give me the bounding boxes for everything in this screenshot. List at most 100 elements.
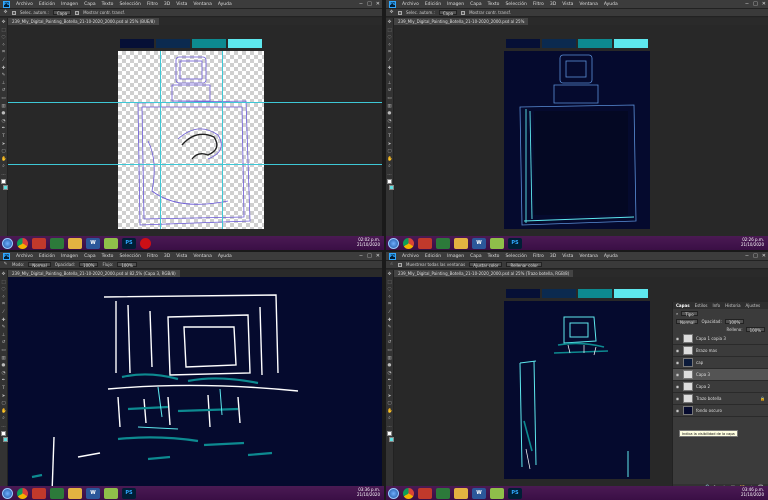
wordpad-icon[interactable] [32, 237, 46, 249]
start-button[interactable] [2, 487, 13, 499]
more-icon[interactable]: … [387, 172, 392, 177]
opacity-field[interactable]: 100% [79, 262, 99, 268]
brush-icon[interactable]: ✎ [387, 73, 392, 78]
canvas-area[interactable] [394, 25, 768, 241]
layer-row[interactable]: ◉ Capa 1 copia 3 [673, 333, 768, 345]
document-tab[interactable]: 239_Mly_Digital_Painting_Botella_21-10-2… [8, 270, 180, 277]
menu-ventana[interactable]: Ventana [579, 2, 597, 7]
maximize-icon[interactable]: □ [753, 253, 758, 259]
menu-edicion[interactable]: Edición [39, 2, 55, 7]
document-canvas[interactable] [118, 51, 264, 229]
dodge-icon[interactable]: ◔ [1, 119, 6, 124]
menu-capa[interactable]: Capa [470, 254, 482, 259]
maximize-icon[interactable]: □ [367, 253, 372, 259]
history-brush-icon[interactable]: ↺ [1, 88, 6, 93]
folder-icon[interactable] [68, 487, 82, 499]
layer-row-selected[interactable]: ◉ Capa 3 [673, 369, 768, 381]
crop-icon[interactable]: ⌗ [387, 302, 392, 307]
chrome-icon[interactable] [403, 487, 414, 499]
folder-icon[interactable] [454, 487, 468, 499]
menu-filtro[interactable]: Filtro [533, 254, 544, 259]
more-icon[interactable]: … [387, 424, 392, 429]
transform-checkbox[interactable] [75, 10, 80, 15]
document-canvas[interactable] [504, 51, 650, 229]
move-icon[interactable]: ✥ [387, 20, 392, 25]
history-brush-icon[interactable]: ↺ [387, 340, 392, 345]
eye-icon[interactable]: ◉ [675, 408, 680, 413]
crop-icon[interactable]: ⌗ [1, 302, 6, 307]
minimize-icon[interactable]: − [745, 1, 749, 7]
word-icon[interactable]: W [86, 487, 100, 499]
start-button[interactable] [388, 237, 399, 249]
menu-filtro[interactable]: Filtro [533, 2, 544, 7]
sample-all-checkbox[interactable] [398, 262, 402, 267]
app-icon[interactable] [436, 237, 450, 249]
start-button[interactable] [388, 487, 399, 499]
vertical-guide[interactable] [160, 51, 161, 229]
fill-field[interactable]: 100% [745, 326, 765, 333]
marquee-icon[interactable]: ⬚ [1, 280, 6, 285]
eye-icon[interactable]: ◉ [675, 348, 680, 353]
menu-imagen[interactable]: Imagen [447, 254, 464, 259]
stamp-icon[interactable]: ⊥ [387, 333, 392, 338]
shape-icon[interactable]: ▢ [387, 149, 392, 154]
eyedropper-icon[interactable]: ⁄ [1, 58, 6, 63]
menu-filtro[interactable]: Filtro [147, 2, 158, 7]
magic-wand-icon[interactable]: ✧ [387, 295, 392, 300]
close-icon[interactable]: ✕ [376, 253, 380, 259]
brush-icon[interactable]: ✎ [1, 73, 6, 78]
type-icon[interactable]: T [387, 134, 392, 139]
canvas-area[interactable] [8, 277, 382, 493]
eye-icon[interactable]: ◉ [675, 360, 680, 365]
layer-row[interactable]: ◉ Capa 2 [673, 381, 768, 393]
photoshop-taskbar-icon[interactable]: PS [122, 487, 136, 499]
layer-row[interactable]: ◉ Brazo mas [673, 345, 768, 357]
document-canvas[interactable] [504, 301, 650, 479]
image-viewer-icon[interactable] [490, 237, 504, 249]
menu-capa[interactable]: Capa [470, 2, 482, 7]
menu-vista[interactable]: Vista [562, 2, 573, 7]
auto-select-checkbox[interactable] [398, 10, 402, 15]
path-select-icon[interactable]: ➤ [1, 142, 6, 147]
menu-texto[interactable]: Texto [488, 254, 500, 259]
transform-checkbox[interactable] [461, 10, 466, 15]
background-color-swatch[interactable] [388, 437, 394, 443]
eyedropper-icon[interactable]: ⁄ [387, 310, 392, 315]
layer-row[interactable]: ◉ fondo oscuro [673, 405, 768, 417]
stamp-icon[interactable]: ⊥ [1, 81, 6, 86]
start-button[interactable] [2, 237, 13, 249]
menu-archivo[interactable]: Archivo [402, 254, 419, 259]
menu-archivo[interactable]: Archivo [16, 2, 33, 7]
magic-wand-icon[interactable]: ✧ [1, 295, 6, 300]
menu-ventana[interactable]: Ventana [193, 254, 211, 259]
opera-icon[interactable] [140, 237, 151, 249]
clock[interactable]: 02:26 p.m. 21/10/2020 [741, 237, 764, 247]
healing-icon[interactable]: ✚ [387, 66, 392, 71]
shape-icon[interactable]: ▢ [1, 149, 6, 154]
minimize-icon[interactable]: − [359, 1, 363, 7]
menu-vista[interactable]: Vista [176, 2, 187, 7]
path-select-icon[interactable]: ➤ [387, 394, 392, 399]
photoshop-taskbar-icon[interactable]: PS [122, 237, 136, 249]
lasso-icon[interactable]: ◌ [1, 35, 6, 40]
stamp-icon[interactable]: ⊥ [387, 81, 392, 86]
auto-select-dropdown[interactable]: Capa [52, 10, 72, 16]
gradient-icon[interactable]: ▥ [387, 356, 392, 361]
menu-ayuda[interactable]: Ayuda [604, 2, 618, 7]
healing-icon[interactable]: ✚ [1, 318, 6, 323]
background-color-swatch[interactable] [2, 437, 8, 443]
more-icon[interactable]: … [1, 424, 6, 429]
brush-icon[interactable]: ✎ [1, 325, 6, 330]
tab-historia[interactable]: Historia [725, 303, 740, 308]
vertical-guide[interactable] [222, 51, 223, 229]
blur-icon[interactable]: ● [387, 111, 392, 116]
dodge-icon[interactable]: ◔ [387, 371, 392, 376]
minimize-icon[interactable]: − [359, 253, 363, 259]
menu-capa[interactable]: Capa [84, 254, 96, 259]
maximize-icon[interactable]: □ [753, 1, 758, 7]
more-icon[interactable]: … [1, 172, 6, 177]
pen-icon[interactable]: ✒ [1, 126, 6, 131]
healing-icon[interactable]: ✚ [1, 66, 6, 71]
auto-select-checkbox[interactable] [12, 10, 16, 15]
menu-edicion[interactable]: Edición [425, 2, 441, 7]
